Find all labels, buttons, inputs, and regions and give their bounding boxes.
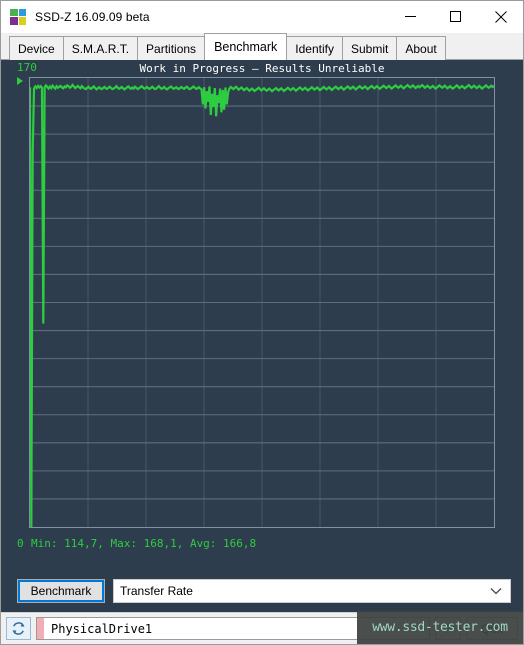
chart-plot-area <box>29 77 495 528</box>
chart-svg <box>30 78 494 527</box>
tab-identify[interactable]: Identify <box>286 36 343 60</box>
close-icon[interactable] <box>478 1 523 33</box>
benchmark-run-button[interactable]: Benchmark <box>17 579 105 603</box>
benchmark-panel: Work in Progress – Results Unreliable 17… <box>1 60 523 612</box>
chart-stats-line: Min: 114,7, Max: 168,1, Avg: 166,8 <box>31 537 257 550</box>
tab-device[interactable]: Device <box>9 36 64 60</box>
tab-strip: Device S.M.A.R.T. Partitions Benchmark I… <box>1 33 523 60</box>
y-axis-max-label: 170 <box>17 61 37 74</box>
ssdz-logo-icon <box>10 8 26 25</box>
benchmark-test-select[interactable]: Transfer Rate <box>113 579 511 603</box>
tab-benchmark[interactable]: Benchmark <box>204 33 288 60</box>
tab-partitions[interactable]: Partitions <box>137 36 206 60</box>
app-window: SSD-Z 16.09.09 beta Device S.M.A.R.T. Pa… <box>0 0 524 645</box>
tab-about[interactable]: About <box>396 36 446 60</box>
help-button[interactable]: ? <box>435 617 461 640</box>
play-marker-icon <box>17 77 23 85</box>
title-bar: SSD-Z 16.09.09 beta <box>1 1 523 33</box>
chevron-down-icon <box>490 587 502 595</box>
benchmark-controls: Benchmark Transfer Rate <box>1 576 523 612</box>
tab-submit[interactable]: Submit <box>342 36 398 60</box>
drive-color-marker <box>37 618 44 639</box>
maximize-icon[interactable] <box>433 1 478 33</box>
window-title: SSD-Z 16.09.09 beta <box>35 9 150 24</box>
refresh-icon[interactable] <box>6 617 31 640</box>
benchmark-test-select-value: Transfer Rate <box>120 584 193 598</box>
chart-warning-title: Work in Progress – Results Unreliable <box>139 62 385 75</box>
window-controls <box>388 1 523 33</box>
physical-drive-value: PhysicalDrive1 <box>51 621 153 636</box>
y-axis-min-label: 0 <box>17 537 24 550</box>
minimize-icon[interactable] <box>388 1 433 33</box>
quit-button[interactable]: Quit <box>466 617 518 640</box>
benchmark-chart: Work in Progress – Results Unreliable 17… <box>1 60 523 576</box>
status-bar: PhysicalDrive1 ? Quit <box>1 612 523 644</box>
tab-smart[interactable]: S.M.A.R.T. <box>62 36 139 60</box>
physical-drive-field[interactable]: PhysicalDrive1 <box>36 617 430 640</box>
